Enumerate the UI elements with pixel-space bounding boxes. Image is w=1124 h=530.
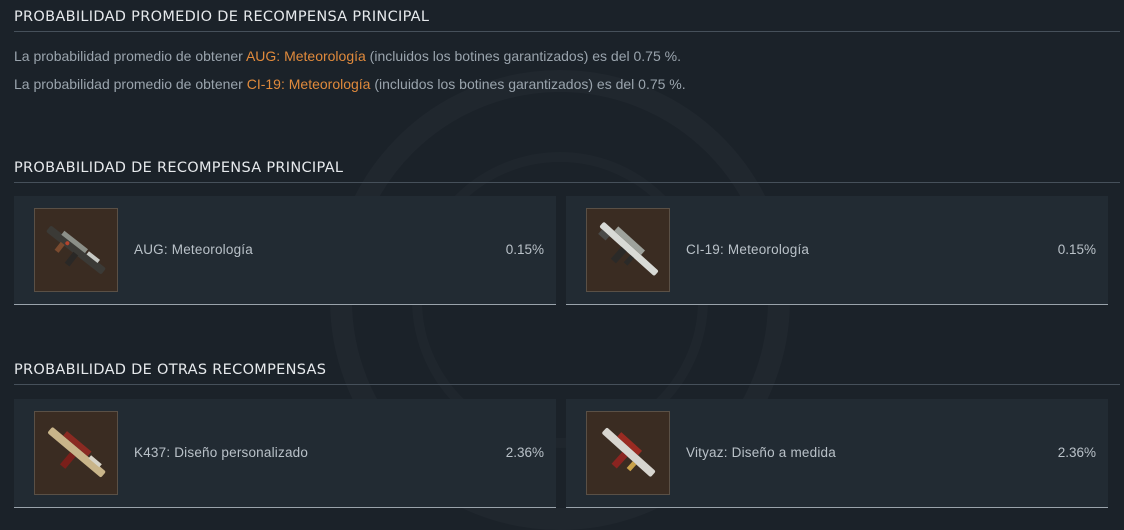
- average-probability-lines: La probabilidad promedio de obtener AUG:…: [14, 42, 1120, 98]
- reward-name: AUG: Meteorología: [134, 242, 253, 257]
- probability-line-aug: La probabilidad promedio de obtener AUG:…: [14, 48, 681, 64]
- reward-card-ci19[interactable]: CI-19: Meteorología 0.15%: [566, 196, 1108, 305]
- main-reward-section: PROBABILIDAD DE RECOMPENSA PRINCIPAL: [14, 160, 1120, 183]
- aug-weapon-icon: [34, 208, 118, 292]
- ci19-weapon-icon: [586, 208, 670, 292]
- section-title-other: PROBABILIDAD DE OTRAS RECOMPENSAS: [14, 362, 1120, 385]
- average-probability-section: PROBABILIDAD PROMEDIO DE RECOMPENSA PRIN…: [14, 9, 1120, 98]
- other-rewards-section: PROBABILIDAD DE OTRAS RECOMPENSAS: [14, 362, 1120, 385]
- vityaz-weapon-icon: [586, 411, 670, 495]
- reward-probability: 0.15%: [505, 242, 544, 257]
- k437-weapon-icon: [34, 411, 118, 495]
- other-reward-cards: K437: Diseño personalizado 2.36% Vityaz:…: [14, 399, 1108, 509]
- main-reward-cards: AUG: Meteorología 0.15% CI-19: Meteorolo…: [14, 196, 1108, 306]
- reward-name: K437: Diseño personalizado: [134, 445, 309, 460]
- reward-probability: 2.36%: [505, 445, 544, 460]
- reward-name: Vityaz: Diseño a medida: [686, 445, 836, 460]
- highlight-item-ci19[interactable]: CI-19: Meteorología: [247, 76, 371, 92]
- reward-probability: 0.15%: [1057, 242, 1096, 257]
- reward-card-vityaz[interactable]: Vityaz: Diseño a medida 2.36%: [566, 399, 1108, 508]
- reward-probability: 2.36%: [1057, 445, 1096, 460]
- reward-card-k437[interactable]: K437: Diseño personalizado 2.36%: [14, 399, 556, 508]
- section-title-main: PROBABILIDAD DE RECOMPENSA PRINCIPAL: [14, 160, 1120, 183]
- highlight-item-aug[interactable]: AUG: Meteorología: [246, 48, 366, 64]
- reward-name: CI-19: Meteorología: [686, 242, 810, 257]
- section-title-average: PROBABILIDAD PROMEDIO DE RECOMPENSA PRIN…: [14, 9, 1120, 32]
- reward-card-aug[interactable]: AUG: Meteorología 0.15%: [14, 196, 556, 305]
- probability-line-ci19: La probabilidad promedio de obtener CI-1…: [14, 76, 686, 92]
